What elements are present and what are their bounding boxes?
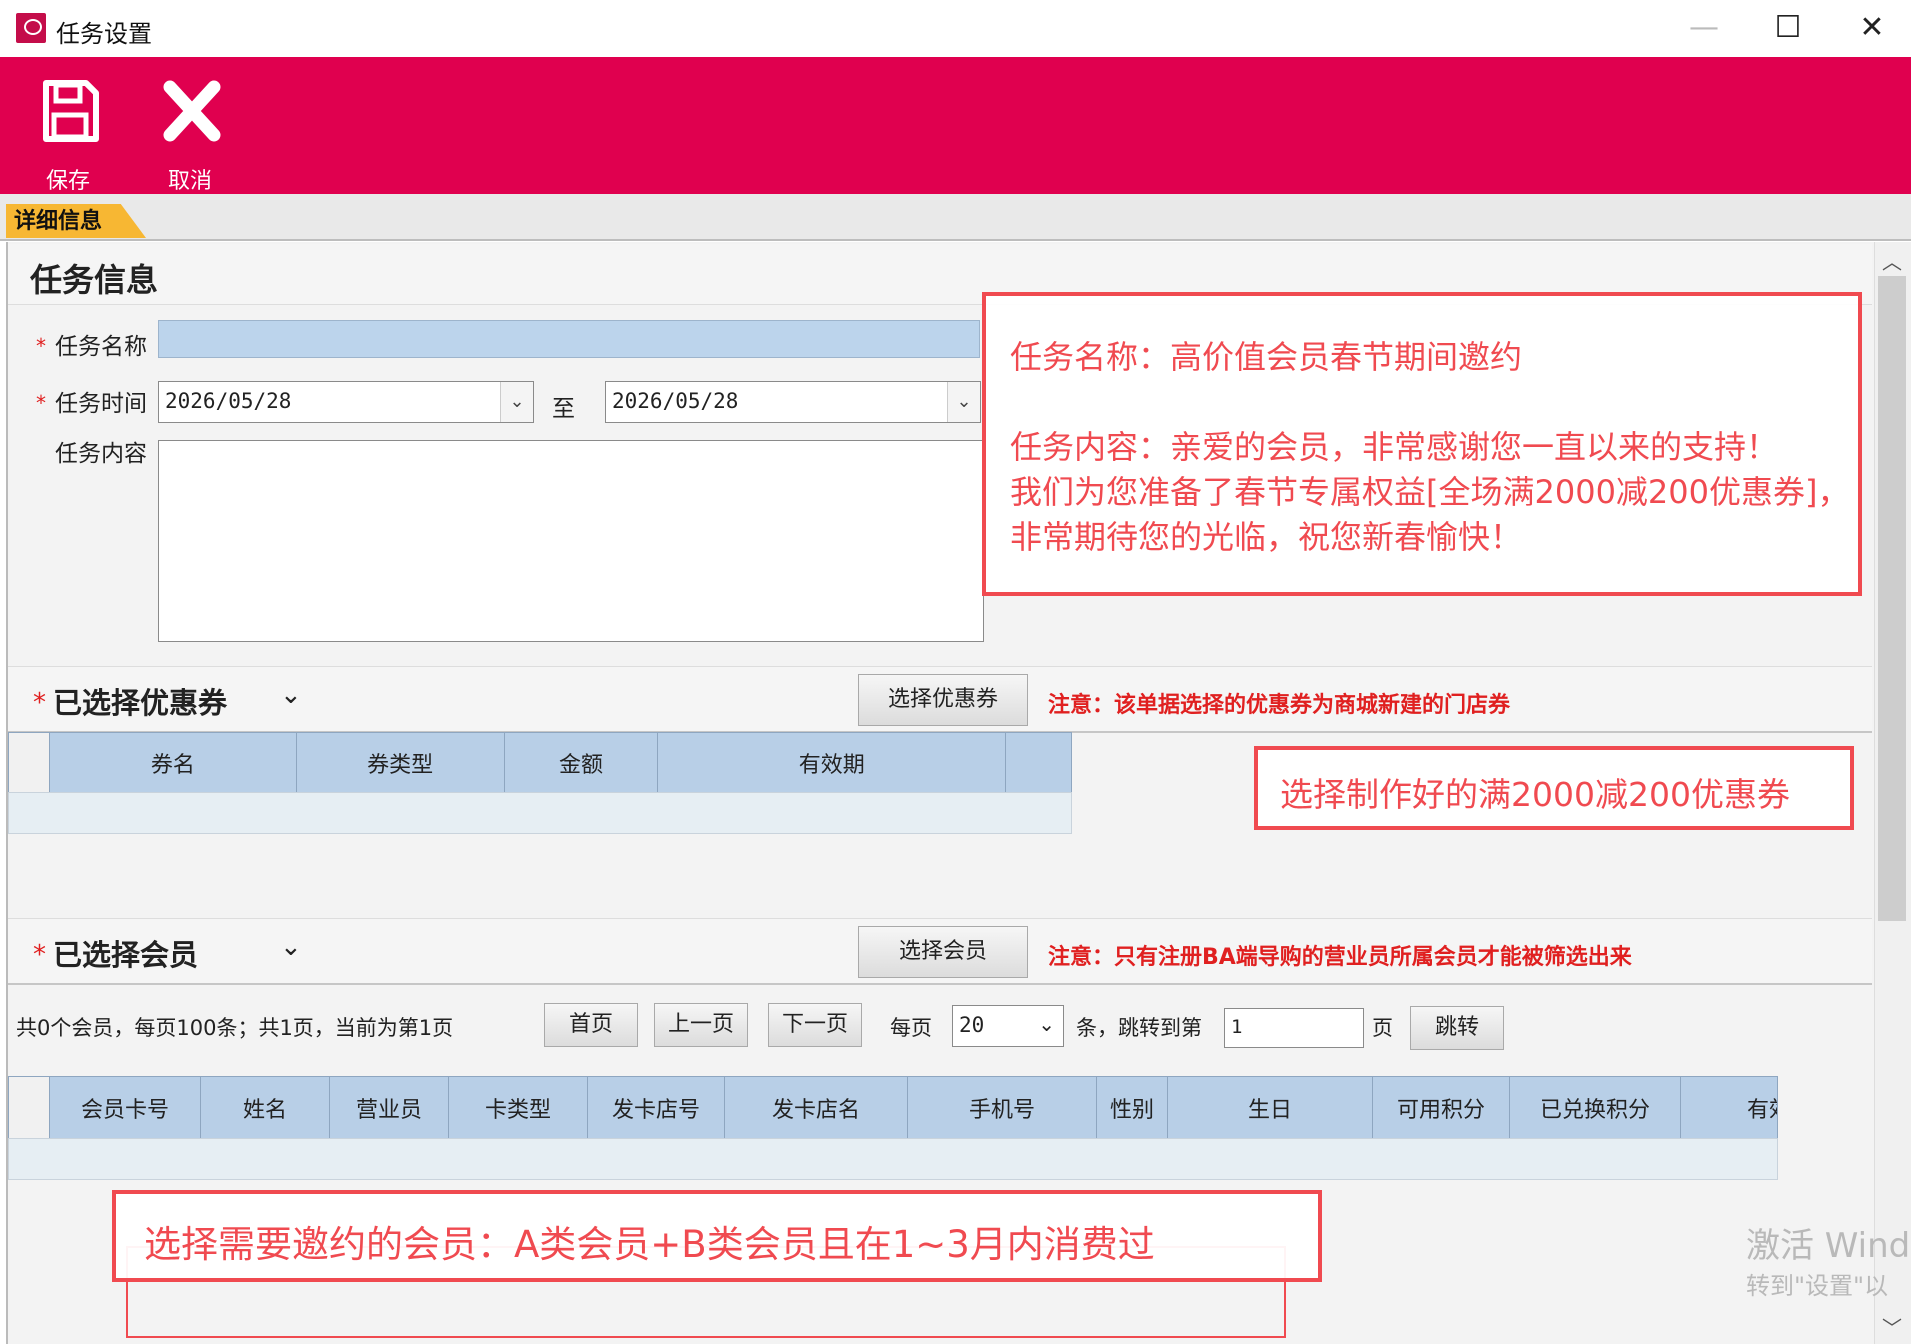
required-mark: *	[33, 688, 46, 718]
coupon-grid-header: 券名 券类型 金额 有效期	[8, 732, 1072, 794]
pager-summary: 共0个会员，每页100条；共1页，当前为第1页	[16, 1016, 454, 1040]
task-time-label: 任务时间	[55, 391, 147, 417]
table-row[interactable]	[8, 792, 1072, 834]
column-header-filler	[1006, 733, 1071, 793]
tab-strip	[0, 194, 1911, 241]
column-header[interactable]: 已兑换积分	[1510, 1077, 1681, 1139]
member-section-title: 已选择会员	[53, 938, 199, 972]
column-header[interactable]: 手机号	[908, 1077, 1097, 1139]
chevron-down-icon[interactable]: ⌄	[280, 680, 302, 710]
required-mark: *	[36, 391, 46, 415]
scroll-down-icon[interactable]: ﹀	[1878, 1312, 1906, 1342]
start-date-picker[interactable]: 2026/05/28 ⌄	[158, 381, 534, 423]
cancel-label: 取消	[167, 169, 212, 194]
start-date-value: 2026/05/28	[165, 389, 292, 413]
dropdown-arrow-icon[interactable]: ⌄	[947, 382, 980, 422]
annotation-member-text: 选择需要邀约的会员：A类会员+B类会员且在1~3月内消费过	[144, 1223, 1155, 1266]
close-x-icon	[163, 80, 221, 142]
per-page-label: 每页	[890, 1016, 932, 1040]
annotation-task-line2: 任务内容：亲爱的会员，非常感谢您一直以来的支持！	[1010, 428, 1779, 466]
task-content-textarea[interactable]	[158, 440, 984, 642]
select-coupon-button[interactable]: 选择优惠券	[858, 674, 1028, 726]
scroll-up-icon[interactable]: ︿	[1878, 246, 1906, 276]
column-header[interactable]: 金额	[505, 733, 659, 793]
activation-watermark-line1: 激活 Wind	[1746, 1226, 1911, 1266]
next-page-button[interactable]: 下一页	[768, 1003, 862, 1047]
window-title-bar	[0, 0, 1911, 57]
app-logo-icon	[16, 13, 46, 43]
row-selector-header	[9, 733, 50, 793]
coupon-section-title: 已选择优惠券	[53, 686, 228, 720]
maximize-button[interactable]: ☐	[1768, 10, 1808, 46]
row-selector-header	[9, 1077, 50, 1139]
column-header[interactable]: 券名	[50, 733, 297, 793]
annotation-coupon-callout: 选择制作好的满2000减200优惠券	[1254, 746, 1854, 830]
column-header[interactable]: 卡类型	[449, 1077, 588, 1139]
column-header[interactable]: 发卡店名	[725, 1077, 908, 1139]
to-label: 至	[552, 396, 575, 422]
annotation-coupon-text: 选择制作好的满2000减200优惠券	[1280, 775, 1790, 814]
minimize-button[interactable]: —	[1684, 10, 1724, 46]
page-suffix: 页	[1372, 1016, 1393, 1040]
column-header[interactable]: 生日	[1168, 1077, 1373, 1139]
annotation-task-line1: 任务名称：高价值会员春节期间邀约	[1010, 338, 1523, 376]
per-page-select[interactable]: 20 ⌄	[952, 1005, 1064, 1047]
prev-page-button[interactable]: 上一页	[654, 1003, 748, 1047]
member-grid-header: 会员卡号 姓名 营业员 卡类型 发卡店号 发卡店名 手机号 性别 生日 可用积分…	[8, 1076, 1778, 1140]
column-header[interactable]: 可用积分	[1373, 1077, 1510, 1139]
dropdown-arrow-icon[interactable]: ⌄	[500, 382, 533, 422]
task-name-input[interactable]	[158, 320, 980, 358]
column-header[interactable]: 会员卡号	[50, 1077, 201, 1139]
page-number-value: 1	[1231, 1016, 1243, 1038]
task-info-heading: 任务信息	[30, 261, 159, 299]
per-page-value: 20	[959, 1013, 985, 1037]
column-header[interactable]: 性别	[1097, 1077, 1168, 1139]
activation-watermark-line2: 转到"设置"以	[1746, 1272, 1889, 1300]
column-header[interactable]: 有效期	[658, 733, 1007, 793]
member-note: 注意：只有注册BA端导购的营业员所属会员才能被筛选出来	[1048, 945, 1632, 970]
table-row[interactable]	[8, 1138, 1778, 1180]
column-header[interactable]: 营业员	[330, 1077, 449, 1139]
toolbar	[0, 57, 1911, 194]
first-page-button[interactable]: 首页	[544, 1003, 638, 1047]
column-header[interactable]: 券类型	[297, 733, 505, 793]
required-mark: *	[36, 334, 46, 358]
page-number-input[interactable]: 1	[1224, 1008, 1364, 1048]
end-date-picker[interactable]: 2026/05/28 ⌄	[605, 381, 981, 423]
window-title: 任务设置	[56, 20, 152, 48]
chevron-down-icon[interactable]: ⌄	[280, 932, 302, 962]
annotation-task-line4: 非常期待您的光临，祝您新春愉快！	[1010, 518, 1523, 556]
task-name-label: 任务名称	[55, 334, 147, 360]
column-header[interactable]: 姓名	[201, 1077, 330, 1139]
task-content-label: 任务内容	[55, 441, 147, 467]
annotation-task-callout: 任务名称：高价值会员春节期间邀约 任务内容：亲爱的会员，非常感谢您一直以来的支持…	[982, 292, 1862, 596]
jump-label: 条，跳转到第	[1076, 1016, 1202, 1040]
annotation-member-callout: 选择需要邀约的会员：A类会员+B类会员且在1~3月内消费过	[112, 1190, 1322, 1282]
column-header[interactable]: 发卡店号	[588, 1077, 725, 1139]
close-window-button[interactable]: ✕	[1852, 10, 1892, 46]
required-mark: *	[33, 940, 46, 970]
save-icon	[43, 80, 99, 142]
save-label: 保存	[45, 169, 90, 194]
select-member-button[interactable]: 选择会员	[858, 926, 1028, 978]
scrollbar-thumb[interactable]	[1878, 276, 1906, 921]
end-date-value: 2026/05/28	[612, 389, 739, 413]
cancel-button[interactable]: 取消	[140, 57, 240, 194]
save-button[interactable]: 保存	[18, 57, 118, 194]
annotation-task-line3: 我们为您准备了春节专属权益[全场满2000减200优惠券]，	[1010, 473, 1850, 511]
coupon-note: 注意：该单据选择的优惠券为商城新建的门店券	[1048, 693, 1511, 718]
dropdown-arrow-icon[interactable]: ⌄	[1038, 1012, 1055, 1036]
column-header[interactable]: 有效	[1681, 1077, 1777, 1139]
jump-button[interactable]: 跳转	[1410, 1006, 1504, 1050]
